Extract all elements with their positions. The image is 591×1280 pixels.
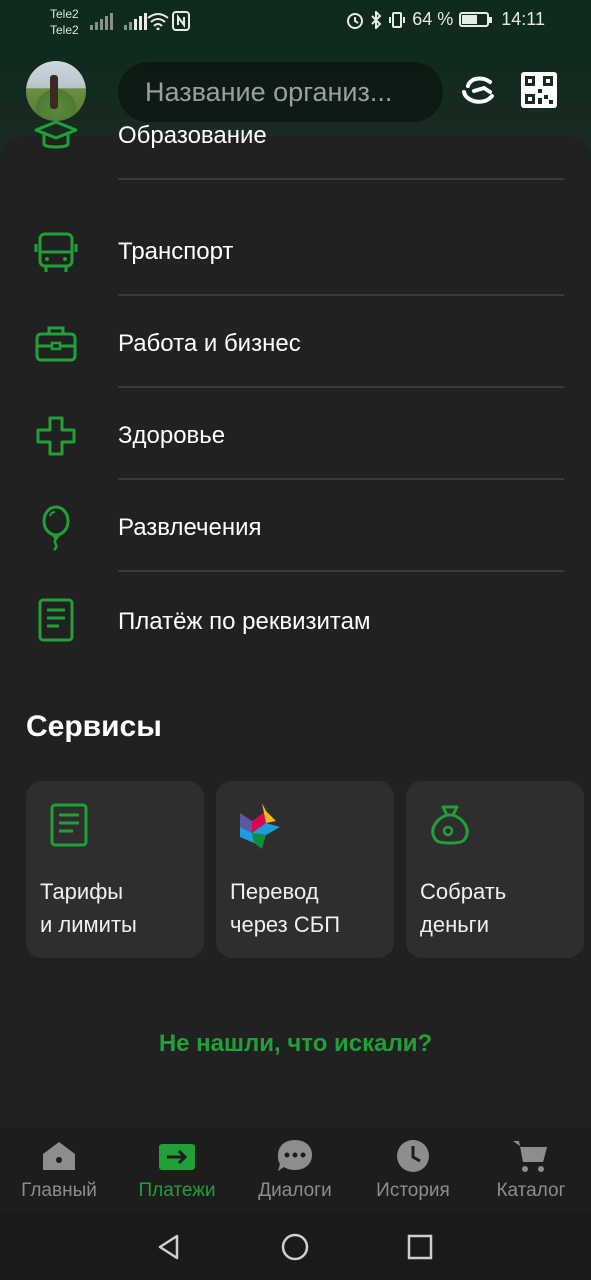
nav-home[interactable]: Главный [9, 1128, 109, 1214]
category-entertainment[interactable]: Развлечения [0, 480, 591, 572]
document-icon [50, 803, 88, 847]
balloon-icon [42, 505, 70, 551]
home-circle-icon[interactable] [281, 1233, 309, 1261]
service-collect-money[interactable]: Собрать деньги [406, 781, 584, 958]
battery-icon [459, 12, 493, 27]
tile-label-line1: Перевод [230, 879, 319, 904]
chat-bubble-icon [278, 1140, 312, 1171]
bottom-nav: Главный Платежи Диалоги История Каталог [0, 1128, 591, 1214]
back-icon[interactable] [155, 1233, 183, 1261]
tile-label-line1: Тарифы [40, 879, 124, 904]
tile-label-line2: через СБП [230, 912, 341, 937]
recents-square-icon[interactable] [406, 1233, 434, 1261]
battery-percent: 64 % [412, 9, 454, 29]
tile-label-line1: Собрать [420, 879, 507, 904]
divider [118, 178, 564, 180]
wifi-icon [147, 13, 169, 30]
category-work-business[interactable]: Работа и бизнес [0, 296, 591, 388]
category-health[interactable]: Здоровье [0, 388, 591, 480]
nav-label: Платежи [138, 1180, 216, 1201]
medical-cross-icon [36, 416, 76, 456]
tile-label-line2: деньги [420, 912, 489, 937]
category-label: Развлечения [118, 514, 262, 541]
system-navigation-bar [0, 1214, 591, 1280]
briefcase-icon [35, 326, 77, 362]
status-right: 64 % 14:11 [346, 9, 545, 30]
carrier-1: Tele2 [50, 7, 79, 21]
category-label: Платёж по реквизитам [118, 608, 371, 635]
nav-payments[interactable]: Платежи [127, 1128, 227, 1214]
category-label: Транспорт [118, 238, 234, 265]
category-label: Здоровье [118, 422, 226, 449]
category-label: Работа и бизнес [118, 330, 301, 357]
sber-logo-icon[interactable] [460, 72, 496, 108]
nfc-icon [172, 11, 190, 31]
category-transport[interactable]: Транспорт [0, 204, 591, 296]
not-found-link[interactable]: Не нашли, что искали? [0, 1030, 591, 1058]
signal-icon [124, 12, 147, 30]
service-sbp-transfer[interactable]: Перевод через СБП [216, 781, 394, 958]
money-bag-icon [431, 805, 469, 845]
services-title: Сервисы [26, 710, 162, 743]
carrier-2: Tele2 [50, 23, 79, 37]
nav-label: Каталог [496, 1180, 566, 1201]
nav-label: Диалоги [258, 1180, 332, 1201]
nav-history[interactable]: История [363, 1128, 463, 1214]
bus-icon [34, 232, 78, 272]
nav-catalog[interactable]: Каталог [481, 1128, 581, 1214]
sbp-logo-icon [240, 803, 280, 849]
bluetooth-icon [371, 10, 382, 29]
graduation-cap-icon [34, 120, 78, 149]
category-education[interactable]: Образование [0, 112, 591, 204]
status-bar: Tele2 Tele2 64 % 14:11 [0, 0, 591, 44]
category-label: Образование [118, 122, 267, 149]
document-icon [38, 598, 74, 642]
vibrate-icon [389, 11, 406, 28]
clock-icon [397, 1140, 429, 1172]
carrier-labels: Tele2 Tele2 [50, 6, 79, 38]
battery-fill [462, 15, 478, 24]
clock-time: 14:11 [501, 9, 545, 29]
nav-label: Главный [21, 1180, 97, 1201]
tile-label-line2: и лимиты [40, 912, 137, 937]
signal-icon [90, 12, 113, 30]
nav-label: История [376, 1180, 450, 1201]
category-payment-by-details[interactable]: Платёж по реквизитам [0, 572, 591, 664]
cart-icon [513, 1141, 547, 1172]
qr-code-icon[interactable] [521, 72, 557, 108]
nav-dialogs[interactable]: Диалоги [245, 1128, 345, 1214]
service-tariffs-limits[interactable]: Тарифы и лимиты [26, 781, 204, 958]
home-icon [43, 1142, 75, 1170]
payments-arrow-icon [159, 1144, 195, 1170]
alarm-icon [347, 12, 364, 29]
